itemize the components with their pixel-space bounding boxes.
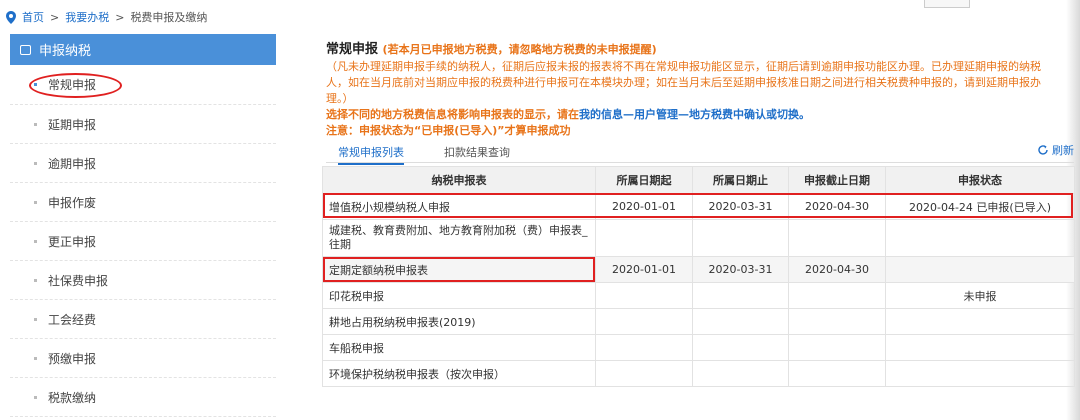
period-start	[595, 219, 693, 257]
table-row[interactable]: 印花税申报 未申报	[322, 282, 1075, 309]
sidebar-item-deferred-filing[interactable]: 延期申报	[10, 105, 276, 144]
period-end	[692, 334, 789, 361]
table-row[interactable]: 耕地占用税纳税申报表(2019)	[322, 308, 1075, 335]
sidebar-item-tax-payment[interactable]: 税款缴纳	[10, 378, 276, 417]
breadcrumb-home[interactable]: 首页	[22, 9, 44, 25]
table-header-row: 纳税申报表 所属日期起 所属日期止 申报截止日期 申报状态	[322, 166, 1075, 194]
tab-deduction-results[interactable]: 扣款结果查询	[444, 144, 510, 160]
bullet-icon	[34, 395, 37, 399]
breadcrumb-my-tax[interactable]: 我要办税	[65, 9, 109, 25]
period-start	[595, 308, 693, 335]
sidebar-header[interactable]: 申报纳税	[10, 34, 276, 65]
sidebar: 申报纳税 常规申报 延期申报 逾期申报 申报作废 更正申报 社保费申报 工会经费…	[10, 34, 276, 420]
sidebar-item-label: 延期申报	[48, 117, 97, 132]
due-date	[788, 360, 886, 387]
filing-status	[885, 219, 1075, 257]
period-start	[595, 282, 693, 309]
period-start	[595, 360, 693, 387]
tab-filing-list[interactable]: 常规申报列表	[338, 144, 404, 165]
breadcrumb-current: 税费申报及缴纳	[130, 11, 208, 24]
note-line: 人，如在当月底前对当期应申报的税费种进行申报可在本模块办理；如在当月末后至延期申…	[326, 76, 1041, 89]
sidebar-item-label: 逾期申报	[48, 156, 97, 171]
sidebar-item-label: 工会经费	[48, 312, 97, 327]
due-date	[788, 334, 886, 361]
table-row[interactable]: 车船税申报	[322, 334, 1075, 361]
sidebar-item-label: 预缴申报	[48, 351, 97, 366]
page-title: 常规申报	[326, 42, 379, 57]
bullet-icon	[34, 122, 37, 126]
period-start: 2020-01-01	[595, 256, 693, 283]
form-name[interactable]: 车船税申报	[322, 334, 596, 361]
sidebar-item-void-filing[interactable]: 申报作废	[10, 183, 276, 222]
form-name[interactable]: 城建税、教育费附加、地方教育附加税（费）申报表_往期	[322, 219, 596, 257]
sidebar-item-union-fee[interactable]: 工会经费	[10, 300, 276, 339]
filing-status: 未申报	[885, 282, 1075, 309]
annotation-box	[323, 257, 595, 282]
top-controls[interactable]	[924, 0, 970, 8]
bullet-icon	[34, 161, 37, 165]
refresh-icon	[1038, 145, 1048, 155]
sidebar-item-label: 税款缴纳	[48, 390, 97, 405]
column-header: 纳税申报表	[322, 166, 596, 194]
form-name[interactable]: 耕地占用税纳税申报表(2019)	[322, 308, 596, 335]
form-name[interactable]: 环境保护税纳税申报表（按次申报）	[322, 360, 596, 387]
due-date	[788, 219, 886, 257]
filing-status	[885, 308, 1075, 335]
location-pin-icon	[6, 10, 16, 24]
sidebar-item-correct-filing[interactable]: 更正申报	[10, 222, 276, 261]
menu-square-icon	[20, 44, 31, 55]
breadcrumb-separator: >	[50, 10, 60, 24]
filing-status	[885, 256, 1075, 283]
form-name[interactable]: 印花税申报	[322, 282, 596, 309]
breadcrumb: 首页 > 我要办税 > 税费申报及缴纳	[6, 8, 207, 26]
column-header: 申报截止日期	[788, 166, 886, 194]
due-date	[788, 308, 886, 335]
filing-status	[885, 360, 1075, 387]
breadcrumb-separator: >	[115, 10, 125, 24]
sidebar-header-label: 申报纳税	[39, 44, 92, 59]
refresh-label: 刷新	[1052, 144, 1074, 157]
due-date	[788, 282, 886, 309]
select-note: 选择不同的地方税费信息将影响申报表的显示，请在我的信息—用户管理—地方税费中确认…	[326, 107, 1074, 123]
my-info-link[interactable]: 我的信息—用户管理—地方税费中确认或切换。	[579, 108, 810, 121]
sidebar-item-prepayment[interactable]: 预缴申报	[10, 339, 276, 378]
annotation-oval	[29, 73, 122, 98]
attention-note: 注意：申报状态为“已申报(已导入)”才算申报成功	[326, 124, 571, 137]
period-end: 2020-03-31	[692, 256, 789, 283]
table-row[interactable]: 城建税、教育费附加、地方教育附加税（费）申报表_往期	[322, 219, 1075, 257]
refresh-button[interactable]: 刷新	[1037, 142, 1074, 158]
bullet-icon	[34, 278, 37, 282]
bullet-icon	[34, 200, 37, 204]
table-row[interactable]: 环境保护税纳税申报表（按次申报）	[322, 360, 1075, 387]
bullet-icon	[34, 239, 37, 243]
period-start	[595, 334, 693, 361]
sidebar-item-label: 社保费申报	[48, 273, 109, 288]
note-line: 理。）	[326, 92, 354, 105]
period-end	[692, 282, 789, 309]
column-header: 所属日期止	[692, 166, 789, 194]
main-content: 常规申报 (若本月已申报地方税费，请忽略地方税费的未申报提醒) （凡未办理延期申…	[326, 38, 1074, 139]
due-date: 2020-04-30	[788, 256, 886, 283]
column-header: 所属日期起	[595, 166, 693, 194]
period-end	[692, 360, 789, 387]
period-end	[692, 219, 789, 257]
filing-status	[885, 334, 1075, 361]
sidebar-item-label: 申报作废	[48, 195, 97, 210]
deferral-note: （凡未办理延期申报手续的纳税人，征期后应报未报的报表将不再在常规申报功能区显示，…	[326, 59, 1074, 107]
sidebar-item-social-insurance[interactable]: 社保费申报	[10, 261, 276, 300]
title-warning: (若本月已申报地方税费，请忽略地方税费的未申报提醒)	[382, 43, 657, 56]
note-line: （凡未办理延期申报手续的纳税人，征期后应报未报的报表将不再在常规申报功能区显示，…	[326, 60, 1041, 73]
period-end	[692, 308, 789, 335]
sidebar-item-regular-filing[interactable]: 常规申报	[10, 65, 276, 105]
page: 首页 > 我要办税 > 税费申报及缴纳 申报纳税 常规申报 延期申报 逾期申报 …	[0, 0, 1080, 420]
column-header: 申报状态	[885, 166, 1075, 194]
tab-bar: 常规申报列表 扣款结果查询 刷新	[326, 141, 1074, 165]
annotation-box	[323, 193, 1073, 218]
page-title-line: 常规申报 (若本月已申报地方税费，请忽略地方税费的未申报提醒)	[326, 38, 1074, 57]
bullet-icon	[34, 356, 37, 360]
bullet-icon	[34, 317, 37, 321]
sidebar-item-overdue-filing[interactable]: 逾期申报	[10, 144, 276, 183]
sidebar-item-label: 更正申报	[48, 234, 97, 249]
select-note-text: 选择不同的地方税费信息将影响申报表的显示，请在	[326, 108, 579, 121]
